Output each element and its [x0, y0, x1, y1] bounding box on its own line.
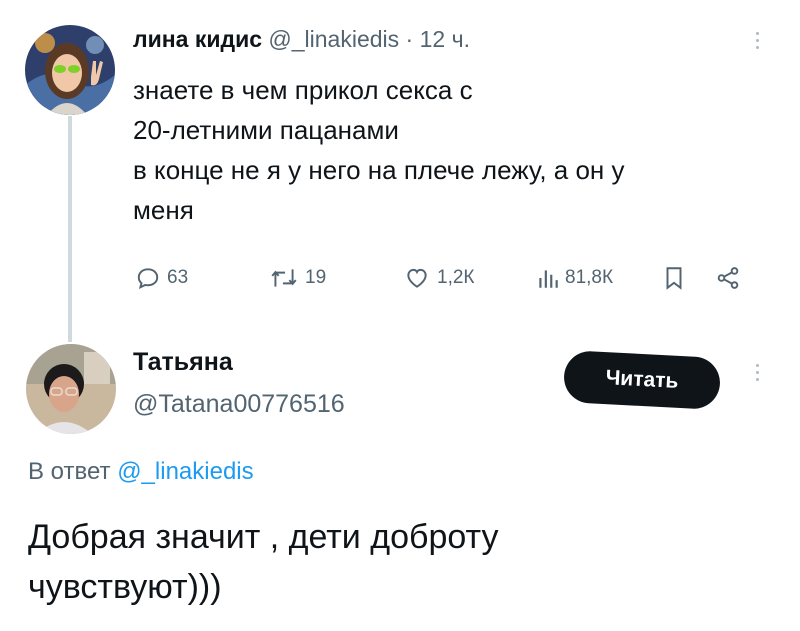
bookmark-icon: [666, 267, 682, 290]
tweet-time[interactable]: 12 ч.: [420, 26, 470, 52]
like-count: 1,2К: [437, 267, 475, 288]
reply-to-line: В ответ @_linakiedis: [28, 458, 254, 486]
more-icon[interactable]: [754, 32, 760, 49]
tweet-line: в конце не я у него на плече лежу, а он …: [133, 155, 625, 185]
action-bar: 63 19 1,2К 81,8К: [133, 258, 763, 298]
reply-author-name[interactable]: Татьяна: [133, 348, 233, 377]
views-button[interactable]: 81,8К: [537, 258, 613, 298]
reply-button[interactable]: 63: [135, 258, 188, 298]
tweet-line: меня: [133, 195, 194, 225]
follow-button[interactable]: Читать: [562, 349, 722, 411]
reply-to-link[interactable]: @_linakiedis: [117, 458, 253, 485]
like-button[interactable]: 1,2К: [403, 258, 474, 298]
author-name[interactable]: лина кидис: [133, 26, 262, 52]
tweet-line: 20-летними пацанами: [133, 115, 399, 145]
tweet-text: знаете в чем прикол секса с 20-летними п…: [133, 70, 753, 230]
like-icon: [407, 268, 427, 288]
separator-dot: ·: [405, 26, 414, 52]
retweet-count: 19: [305, 267, 327, 288]
reply-author-handle[interactable]: @Tatana00776516: [133, 390, 345, 419]
share-button[interactable]: [715, 258, 741, 298]
avatar-lina[interactable]: [25, 25, 115, 115]
reply-to-prefix: В ответ: [28, 458, 111, 485]
bookmark-button[interactable]: [663, 258, 685, 298]
tweet-line: знаете в чем прикол секса с: [133, 75, 473, 105]
reply-count: 63: [167, 267, 189, 288]
reply-line: Добрая значит , дети доброту: [28, 518, 499, 556]
avatar-tatyana[interactable]: [26, 344, 116, 434]
retweet-button[interactable]: 19: [269, 258, 326, 298]
views-icon: [539, 270, 558, 288]
retweet-icon: [271, 269, 297, 287]
share-icon: [717, 267, 739, 289]
views-count: 81,8К: [565, 267, 614, 288]
author-handle[interactable]: @_linakiedis: [268, 26, 399, 52]
thread-line: [68, 116, 72, 342]
reply-icon: [137, 268, 159, 289]
more-icon[interactable]: [754, 364, 760, 381]
reply-text: Добрая значит , дети доброту чувствуют))…: [28, 512, 499, 612]
tweet-header: лина кидис @_linakiedis · 12 ч.: [133, 26, 470, 53]
reply-line: чувствуют))): [28, 568, 222, 606]
